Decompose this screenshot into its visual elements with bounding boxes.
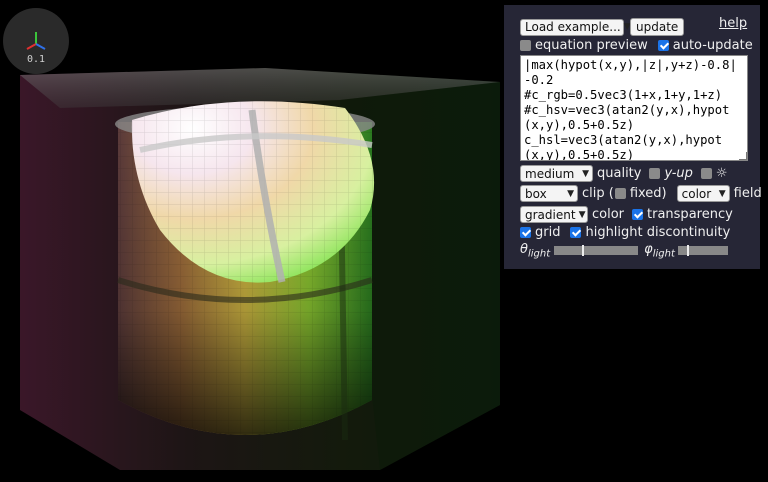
chevron-down-icon: ▼: [582, 168, 589, 179]
field-select[interactable]: color ▼: [676, 185, 730, 202]
clip-select[interactable]: box ▼: [520, 185, 578, 202]
phi-light-slider[interactable]: [677, 245, 728, 257]
clip-label: clip (: [582, 186, 614, 201]
color-select[interactable]: gradient ▼: [520, 206, 588, 223]
theta-slider-thumb[interactable]: [581, 245, 584, 257]
auto-update-checkbox[interactable]: [657, 40, 669, 51]
example-select[interactable]: Load example... ▼: [520, 18, 631, 36]
highlight-discontinuity-label: highlight discontinuity: [585, 225, 731, 240]
phi-slider-thumb[interactable]: [686, 245, 689, 257]
phi-light-label: φlight: [644, 242, 675, 260]
clip-select-value: box: [525, 186, 547, 201]
quality-select[interactable]: medium ▼: [520, 165, 593, 182]
chevron-down-icon: ▼: [567, 188, 574, 199]
transparency-checkbox[interactable]: [632, 209, 644, 220]
field-select-value: color: [681, 186, 712, 201]
sun-icon: ☼: [715, 166, 728, 181]
help-link[interactable]: help: [719, 16, 747, 31]
equation-preview-checkbox[interactable]: [520, 40, 531, 51]
auto-update-label: auto-update: [672, 38, 753, 53]
grid-label: grid: [535, 225, 561, 240]
light-checkbox[interactable]: [700, 168, 712, 179]
update-button[interactable]: update: [630, 18, 685, 36]
color-select-value: gradient: [525, 207, 576, 222]
quality-label: quality: [597, 166, 642, 181]
fixed-checkbox[interactable]: [614, 188, 626, 199]
field-label: field: [733, 186, 762, 201]
example-select-value: Load example...: [525, 20, 621, 34]
equation-input[interactable]: |max(hypot(x,y),|z|,y+z)-0.8|-0.2 #c_rgb…: [520, 55, 748, 161]
y-up-label: y-up: [664, 166, 693, 181]
transparency-label: transparency: [647, 207, 733, 222]
equation-preview-label: equation preview: [535, 38, 648, 53]
y-up-checkbox[interactable]: [649, 168, 661, 179]
control-panel: Load example... ▼ update help equation p…: [504, 5, 762, 269]
theta-light-label: θlight: [520, 242, 551, 260]
axis-scale-label: 0.1: [26, 54, 46, 65]
axis-orientation-widget[interactable]: 0.1: [3, 8, 69, 74]
theta-light-slider[interactable]: [554, 245, 639, 257]
fixed-label: fixed): [629, 186, 667, 201]
highlight-discontinuity-checkbox[interactable]: [570, 227, 582, 238]
color-label: color: [592, 207, 625, 222]
grid-checkbox[interactable]: [520, 227, 531, 238]
quality-select-value: medium: [525, 166, 575, 181]
chevron-down-icon: ▼: [578, 209, 586, 220]
chevron-down-icon: ▼: [718, 188, 726, 199]
